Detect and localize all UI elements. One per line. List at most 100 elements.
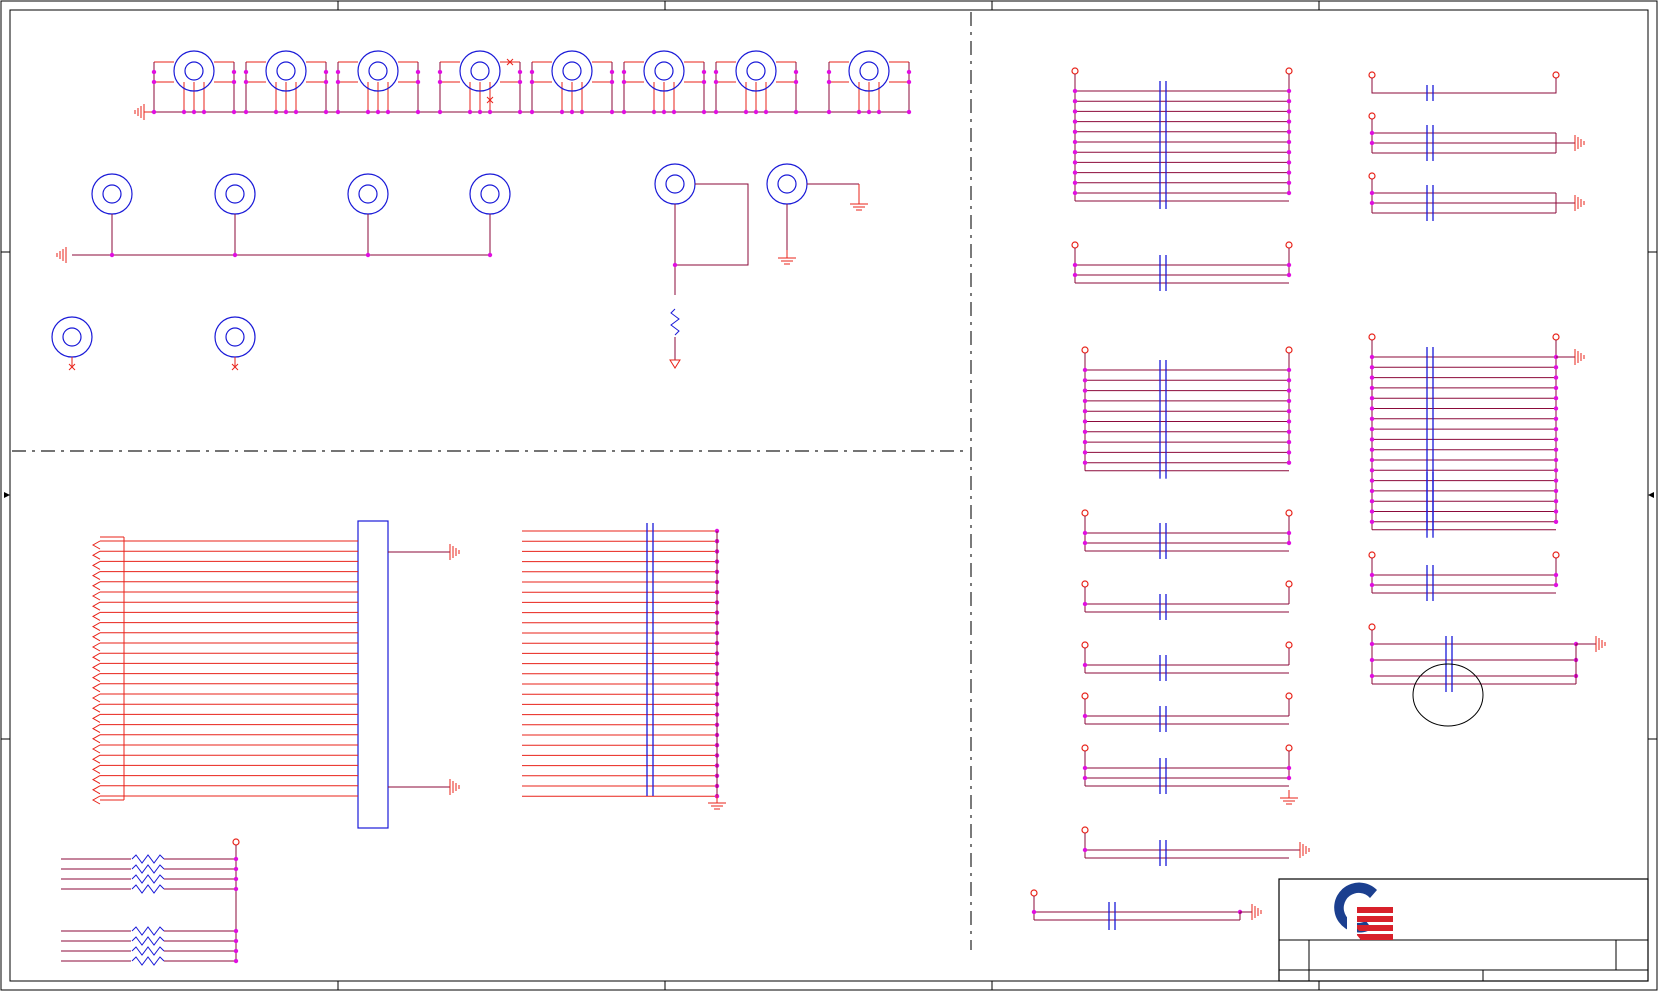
connector-pin-row	[91, 754, 358, 764]
ring-inner	[562, 61, 582, 81]
junction-dot	[1072, 180, 1078, 185]
zone-arrow	[1648, 492, 1654, 498]
power-circle-icon	[1071, 67, 1079, 75]
junction-dot	[437, 79, 443, 85]
resistor-icon	[131, 936, 165, 946]
junction-dot	[1286, 419, 1292, 424]
junction-dot	[793, 79, 799, 85]
junction-dot	[1072, 119, 1078, 124]
junction-dot	[1286, 530, 1292, 536]
junction-dot	[1082, 419, 1088, 424]
junction-dot	[517, 69, 523, 75]
junction-dot	[1369, 140, 1375, 146]
junction-dot	[1082, 775, 1088, 781]
ring-icon	[91, 173, 133, 215]
junction-dot	[1369, 572, 1375, 578]
junction-dot	[713, 79, 719, 85]
power-circle-icon	[1552, 333, 1560, 341]
mounting-hole-ground-right	[766, 163, 868, 265]
junction-dot	[365, 109, 371, 115]
capacitor-bank	[522, 523, 726, 810]
junction-dot	[1082, 388, 1088, 393]
net-flag	[91, 724, 101, 734]
junction-dot	[609, 79, 615, 85]
junction-dot	[1072, 109, 1078, 114]
junction-dot	[1286, 272, 1292, 278]
ring-outer	[766, 163, 808, 205]
logo-stripe	[1352, 916, 1393, 922]
power-circle-icon	[1081, 346, 1089, 354]
net-flag	[91, 591, 101, 601]
mounting-hole-ground-3	[347, 173, 389, 258]
junction-dot	[415, 109, 421, 115]
mounting-hole-resistor	[654, 163, 749, 369]
net-flag	[91, 795, 101, 805]
connector-pin-row	[91, 724, 358, 734]
junction-dot	[1369, 509, 1375, 514]
junction-dot	[1553, 488, 1559, 494]
connector-pin-row	[91, 571, 358, 581]
mounting-hole-3	[335, 50, 421, 115]
junction-dot	[1072, 272, 1078, 278]
junction-dot	[1553, 396, 1559, 401]
junction-dot	[826, 69, 832, 75]
junction-dot	[701, 69, 707, 75]
junction-dot	[233, 876, 239, 882]
net-flag	[91, 734, 101, 744]
junction-dot	[233, 928, 239, 934]
junction-dot	[243, 109, 249, 115]
cap-group-i	[1081, 826, 1310, 866]
ring-icon	[214, 316, 256, 358]
junction-dot	[283, 109, 289, 115]
junction-dot	[233, 948, 239, 954]
connector-pin-row	[91, 632, 358, 642]
ring-icon	[766, 163, 808, 205]
ring-icon	[51, 316, 93, 358]
ring-inner	[184, 61, 204, 81]
junction-dot	[477, 109, 483, 115]
ring-inner	[358, 184, 378, 204]
net-flag	[91, 662, 101, 672]
net-flag	[91, 601, 101, 611]
power-circle-icon	[1081, 692, 1089, 700]
junction-dot	[233, 856, 239, 862]
junction-dot	[753, 109, 759, 115]
resistor-zigzag	[131, 926, 165, 936]
junction-dot	[1369, 457, 1375, 463]
capacitor-icon	[1159, 255, 1167, 291]
power-circle-icon	[1552, 71, 1560, 79]
power-circle-icon	[1081, 641, 1089, 649]
junction-dot	[231, 69, 237, 75]
ground-icon	[708, 795, 726, 810]
junction-dot	[1072, 139, 1078, 145]
junction-dot	[151, 69, 157, 75]
junction-dot	[109, 252, 115, 258]
mounting-hole-2	[243, 50, 329, 115]
net-flag	[91, 642, 101, 652]
junction-dot	[467, 109, 473, 115]
connector-pin-row	[91, 560, 358, 570]
connector-pin-row	[91, 775, 358, 785]
junction-dot	[1553, 437, 1559, 442]
cap-group-f	[1081, 641, 1293, 681]
junction-dot	[1553, 457, 1559, 463]
connector-pin-row	[91, 785, 358, 795]
junction-dot	[1286, 262, 1292, 268]
ring-inner	[102, 184, 122, 204]
company-logo-icon	[1334, 882, 1393, 940]
net-flag	[91, 673, 101, 683]
wire	[675, 183, 749, 266]
cap-group-n	[1368, 333, 1585, 538]
net-flag	[91, 744, 101, 754]
junction-dot	[323, 69, 329, 75]
junction-dot	[1553, 416, 1559, 421]
connector-body	[357, 520, 389, 829]
chassis-ground-icon	[134, 104, 145, 120]
connector-pin-row	[91, 795, 358, 805]
capacitor-icon	[1159, 523, 1167, 559]
chassis-ground-icon	[1574, 135, 1585, 151]
highlight-ellipse	[1412, 663, 1484, 727]
power-circle-icon	[232, 838, 240, 846]
connector-pin-row	[91, 683, 358, 693]
ring-inner	[480, 184, 500, 204]
